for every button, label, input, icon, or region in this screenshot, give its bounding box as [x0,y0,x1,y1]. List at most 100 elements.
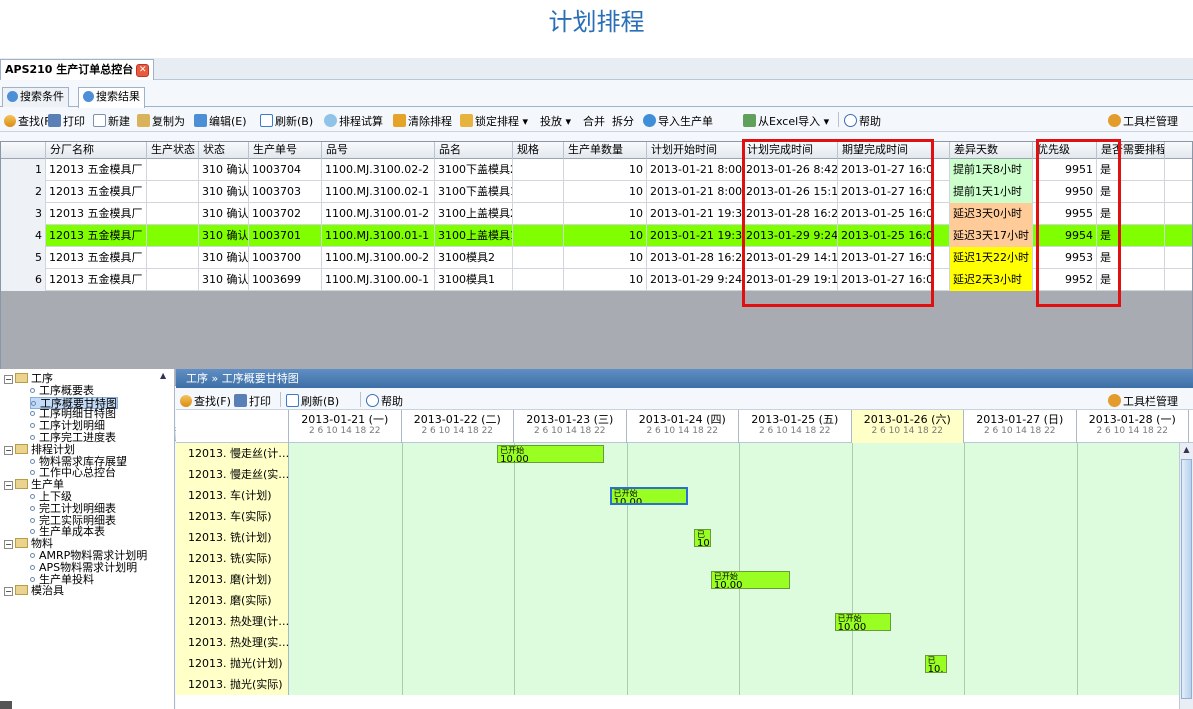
gantt-search-button[interactable]: 查找(F) [180,393,231,409]
collapse-icon[interactable]: − [4,445,13,455]
toolbar-manage-button[interactable]: 工具栏管理 [1108,113,1178,129]
gantt-bar[interactable]: 已开始 10.00 [834,613,891,631]
table-cell-plant[interactable]: 12013 五金模具厂 [46,269,147,291]
column-header[interactable]: 分厂名称 [46,142,147,159]
column-header-blank[interactable] [934,142,950,159]
gantt-row[interactable]: 12013. 热处理(实… [176,632,1179,653]
gantt-row[interactable]: 12013. 慢走丝(计… 已开始 10.00 [176,443,1179,464]
table-cell-expect[interactable]: 2013-01-27 16:00 [838,181,934,203]
gantt-row[interactable]: 12013. 磨(实际) [176,590,1179,611]
table-cell-item[interactable]: 1100.MJ.3100.01-1 [322,225,435,247]
tab-search-conditions[interactable]: 搜索条件 [2,87,69,107]
table-row[interactable]: 1 12013 五金模具厂 310 确认 1003704 1100.MJ.3100.02… [1,159,1192,181]
table-cell-priority[interactable]: 9954 [1033,225,1097,247]
table-cell-priority[interactable]: 9955 [1033,203,1097,225]
table-cell-pstatus[interactable] [147,269,199,291]
column-header-blank[interactable] [1,142,46,159]
new-button[interactable]: 新建 [93,113,130,129]
gantt-row-label[interactable]: 12013. 铣(计划) [176,527,289,548]
table-cell-qty[interactable]: 10 [564,247,647,269]
gantt-row-label[interactable]: 12013. 热处理(计… [176,611,289,632]
table-cell-name[interactable]: 3100上盖模具2 [435,203,513,225]
table-cell-need[interactable]: 是 [1097,269,1165,291]
table-cell-expect[interactable]: 2013-01-27 16:00 [838,247,934,269]
gantt-row-area[interactable]: 已开始 10.00 [289,569,1179,590]
gantt-row[interactable]: 12013. 抛光(计划) 已 10. [176,653,1179,674]
gantt-row-area[interactable] [289,506,1179,527]
gantt-row-label[interactable]: 12013. 热处理(实… [176,632,289,653]
table-cell-n[interactable]: 4 [1,225,46,247]
table-cell-spacer[interactable] [934,203,950,225]
table-cell-status[interactable]: 310 确认 [199,269,249,291]
table-cell-start[interactable]: 2013-01-21 19:30 [647,225,743,247]
gantt-row[interactable]: 12013. 铣(实际) [176,548,1179,569]
table-cell-spec[interactable] [513,203,564,225]
collapse-icon[interactable]: − [4,587,13,597]
scroll-thumb[interactable] [1181,459,1192,699]
table-cell-finish[interactable]: 2013-01-26 8:42 [743,159,838,181]
print-button[interactable]: 打印 [48,113,85,129]
table-row[interactable]: 2 12013 五金模具厂 310 确认 1003703 1100.MJ.3100.02… [1,181,1192,203]
tab-search-results[interactable]: 搜索结果 [78,87,145,108]
table-cell-pstatus[interactable] [147,159,199,181]
table-cell-name[interactable]: 3100下盖模具1 [435,181,513,203]
table-cell-start[interactable]: 2013-01-21 19:30 [647,203,743,225]
gantt-row-area[interactable] [289,464,1179,485]
table-cell-name[interactable]: 3100模具1 [435,269,513,291]
table-cell-diff[interactable]: 延迟2天3小时 [950,269,1033,291]
gantt-print-button[interactable]: 打印 [234,393,271,409]
table-cell-diff[interactable]: 延迟3天0小时 [950,203,1033,225]
tree-item[interactable]: 工序概要表 [30,384,94,397]
column-header[interactable]: 状态 [199,142,249,159]
column-header[interactable]: 品名 [435,142,513,159]
table-cell-status[interactable]: 310 确认 [199,159,249,181]
import-order-button[interactable]: 导入生产单 [643,113,713,129]
merge-button[interactable]: 合并 [583,113,605,129]
table-row[interactable]: 5 12013 五金模具厂 310 确认 1003700 1100.MJ.3100.00… [1,247,1192,269]
table-cell-spacer[interactable] [934,269,950,291]
table-cell-item[interactable]: 1100.MJ.3100.02-2 [322,159,435,181]
lock-schedule-button[interactable]: 锁定排程 ▾ [460,113,528,129]
table-row[interactable]: 3 12013 五金模具厂 310 确认 1003702 1100.MJ.3100.01… [1,203,1192,225]
table-cell-start[interactable]: 2013-01-21 8:00 [647,181,743,203]
table-cell-finish[interactable]: 2013-01-29 14:14 [743,247,838,269]
table-cell-n[interactable]: 2 [1,181,46,203]
gantt-row[interactable]: 12013. 磨(计划) 已开始 10.00 [176,569,1179,590]
column-header[interactable]: 优先级 [1033,142,1097,159]
table-cell-plant[interactable]: 12013 五金模具厂 [46,225,147,247]
table-cell-diff[interactable]: 延迟1天22小时 [950,247,1033,269]
gantt-row-area[interactable]: 已 10. [289,653,1179,674]
table-cell-priority[interactable]: 9953 [1033,247,1097,269]
table-cell-order[interactable]: 1003704 [249,159,322,181]
trial-schedule-button[interactable]: 排程试算 [324,113,383,129]
gantt-row-label[interactable]: 12013. 抛光(计划) [176,653,289,674]
table-cell-need[interactable]: 是 [1097,159,1165,181]
table-cell-plant[interactable]: 12013 五金模具厂 [46,181,147,203]
table-cell-diff[interactable]: 提前1天1小时 [950,181,1033,203]
table-cell-plant[interactable]: 12013 五金模具厂 [46,247,147,269]
table-cell-n[interactable]: 6 [1,269,46,291]
table-cell-start[interactable]: 2013-01-21 8:00 [647,159,743,181]
table-cell-spacer[interactable] [934,225,950,247]
collapse-icon[interactable]: − [4,540,13,550]
table-cell-diff[interactable]: 延迟3天17小时 [950,225,1033,247]
table-cell-need[interactable]: 是 [1097,203,1165,225]
table-cell-status[interactable]: 310 确认 [199,247,249,269]
gantt-row-area[interactable]: 已 10 [289,527,1179,548]
gantt-row-area[interactable] [289,674,1179,695]
table-cell-n[interactable]: 3 [1,203,46,225]
table-cell-plant[interactable]: 12013 五金模具厂 [46,159,147,181]
column-header[interactable]: 生产状态 [147,142,199,159]
table-cell-need[interactable]: 是 [1097,247,1165,269]
gantt-refresh-button[interactable]: 刷新(B) [286,393,339,409]
table-cell-finish[interactable]: 2013-01-28 16:23 [743,203,838,225]
table-cell-n[interactable]: 5 [1,247,46,269]
table-cell-expect[interactable]: 2013-01-27 16:00 [838,159,934,181]
gantt-bar[interactable]: 已开始 10.00 [710,571,790,589]
gantt-bar[interactable]: 已 10 [694,529,711,547]
table-cell-finish[interactable]: 2013-01-29 9:24 [743,225,838,247]
gantt-row-label[interactable]: 12013. 慢走丝(计… [176,443,289,464]
gantt-row-area[interactable]: 已开始 10.00 [289,443,1179,464]
release-button[interactable]: 投放 ▾ [540,113,571,129]
table-cell-spacer[interactable] [934,159,950,181]
